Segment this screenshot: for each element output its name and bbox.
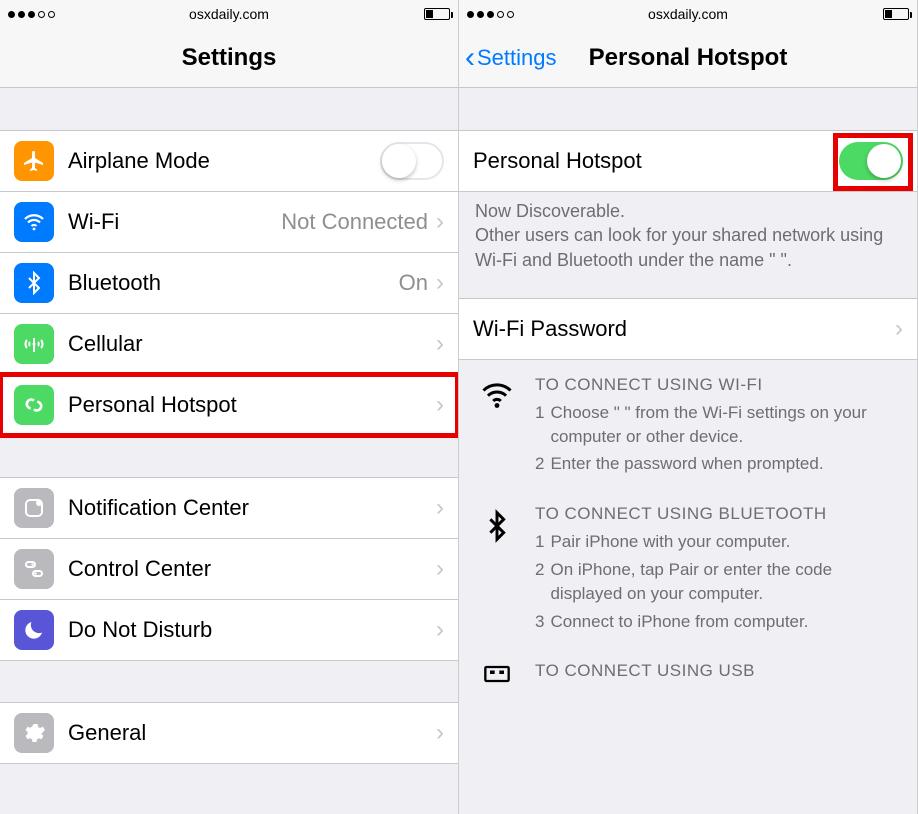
highlight-box <box>833 133 913 191</box>
chevron-right-icon: › <box>436 269 444 297</box>
status-site: osxdaily.com <box>0 6 458 22</box>
chevron-right-icon: › <box>436 208 444 236</box>
status-bar: osxdaily.com <box>0 0 458 28</box>
chevron-right-icon: › <box>436 719 444 747</box>
instr-step: 3Connect to iPhone from computer. <box>535 610 901 634</box>
airplane-icon <box>14 141 54 181</box>
instructions-usb: TO CONNECT USING USB <box>459 645 917 687</box>
row-general[interactable]: General › <box>0 702 458 764</box>
discoverable-text: Now Discoverable. Other users can look f… <box>459 191 917 284</box>
row-notification-center[interactable]: Notification Center › <box>0 477 458 539</box>
instr-step: 2Enter the password when prompted. <box>535 452 901 476</box>
row-do-not-disturb[interactable]: Do Not Disturb › <box>0 599 458 661</box>
page-title: Settings <box>182 44 277 72</box>
row-airplane-mode[interactable]: Airplane Mode <box>0 130 458 192</box>
bluetooth-icon <box>14 263 54 303</box>
navbar: Settings <box>0 28 458 88</box>
signal-dots-icon <box>8 11 55 18</box>
row-bluetooth[interactable]: Bluetooth On › <box>0 252 458 314</box>
instr-step: 2On iPhone, tap Pair or enter the code d… <box>535 558 901 606</box>
row-cellular[interactable]: Cellular › <box>0 313 458 375</box>
row-label: Personal Hotspot <box>68 392 237 418</box>
chevron-right-icon: › <box>436 391 444 419</box>
row-wifi[interactable]: Wi-Fi Not Connected › <box>0 191 458 253</box>
row-label: Airplane Mode <box>68 148 210 174</box>
hotspot-screen: osxdaily.com ‹ Settings Personal Hotspot… <box>459 0 918 814</box>
back-label: Settings <box>477 45 557 71</box>
chevron-right-icon: › <box>436 616 444 644</box>
discoverable-line2: Other users can look for your shared net… <box>475 223 901 272</box>
row-label: Cellular <box>68 331 143 357</box>
wifi-icon <box>14 202 54 242</box>
row-value: On <box>399 270 428 296</box>
instr-step: 1Choose " " from the Wi-Fi settings on y… <box>535 401 901 449</box>
chevron-right-icon: › <box>436 494 444 522</box>
row-personal-hotspot[interactable]: Personal Hotspot › <box>0 374 458 436</box>
row-hotspot-toggle[interactable]: Personal Hotspot <box>459 130 917 192</box>
discoverable-line1: Now Discoverable. <box>475 199 901 223</box>
airplane-toggle[interactable] <box>380 142 444 180</box>
back-button[interactable]: ‹ Settings <box>465 43 557 73</box>
row-value: Not Connected <box>281 209 428 235</box>
usb-glyph-icon <box>475 661 519 687</box>
instr-title: TO CONNECT USING USB <box>535 661 901 681</box>
row-wifi-password[interactable]: Wi-Fi Password › <box>459 298 917 360</box>
cellular-icon <box>14 324 54 364</box>
chevron-right-icon: › <box>895 315 903 343</box>
battery-icon <box>883 8 909 20</box>
row-label: Notification Center <box>68 495 249 521</box>
row-label: Wi-Fi <box>68 209 119 235</box>
instr-title: TO CONNECT USING BLUETOOTH <box>535 504 901 524</box>
row-label: Do Not Disturb <box>68 617 212 643</box>
chevron-right-icon: › <box>436 330 444 358</box>
row-label: Personal Hotspot <box>473 148 642 174</box>
hotspot-icon <box>14 385 54 425</box>
row-label: Bluetooth <box>68 270 161 296</box>
instr-step: 1Pair iPhone with your computer. <box>535 530 901 554</box>
gear-icon <box>14 713 54 753</box>
row-label: Wi-Fi Password <box>473 316 627 342</box>
wifi-glyph-icon <box>475 375 519 480</box>
page-title: Personal Hotspot <box>589 44 788 72</box>
settings-list[interactable]: Airplane Mode Wi-Fi Not Connected › Blue… <box>0 88 458 814</box>
bluetooth-glyph-icon <box>475 504 519 637</box>
instr-title: TO CONNECT USING WI-FI <box>535 375 901 395</box>
battery-icon <box>424 8 450 20</box>
control-icon <box>14 549 54 589</box>
status-bar: osxdaily.com <box>459 0 917 28</box>
status-site: osxdaily.com <box>459 6 917 22</box>
instructions-wifi: TO CONNECT USING WI-FI 1Choose " " from … <box>459 359 917 488</box>
navbar: ‹ Settings Personal Hotspot <box>459 28 917 88</box>
row-label: Control Center <box>68 556 211 582</box>
signal-dots-icon <box>467 11 514 18</box>
row-control-center[interactable]: Control Center › <box>0 538 458 600</box>
row-label: General <box>68 720 146 746</box>
moon-icon <box>14 610 54 650</box>
hotspot-content[interactable]: Personal Hotspot Now Discoverable. Other… <box>459 88 917 814</box>
notif-icon <box>14 488 54 528</box>
chevron-left-icon: ‹ <box>465 43 475 73</box>
instructions-bluetooth: TO CONNECT USING BLUETOOTH 1Pair iPhone … <box>459 488 917 645</box>
chevron-right-icon: › <box>436 555 444 583</box>
settings-screen: osxdaily.com Settings Airplane Mode Wi-F… <box>0 0 459 814</box>
